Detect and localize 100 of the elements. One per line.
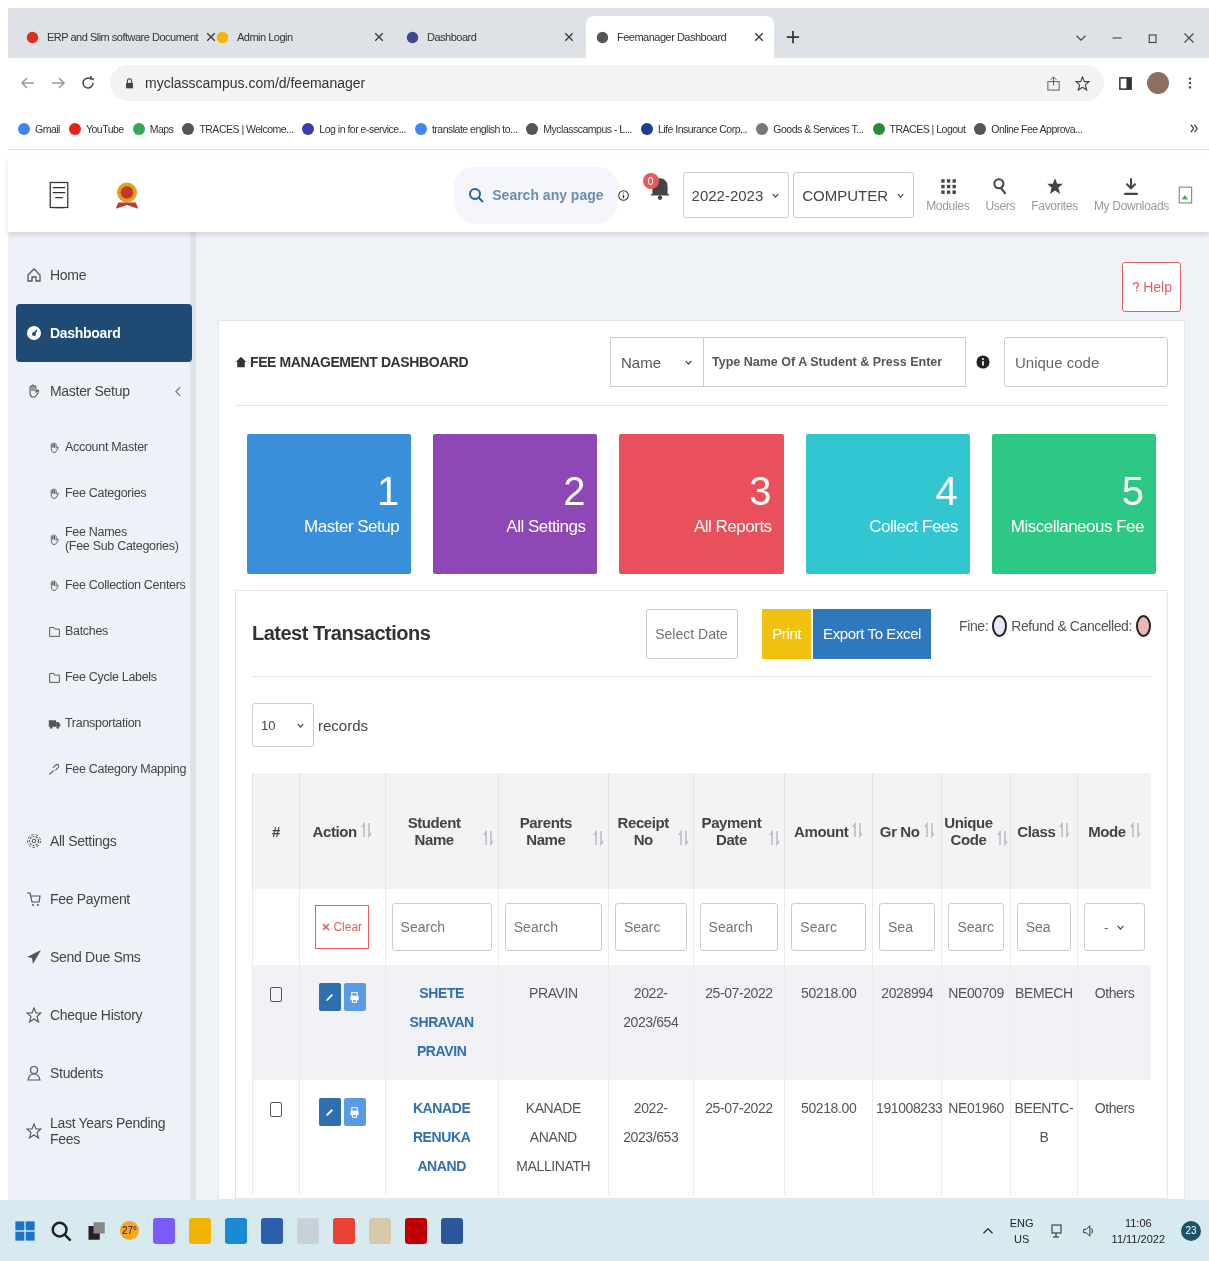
notification-badge[interactable]: 23 <box>1181 1220 1201 1241</box>
page-size-dropdown[interactable]: 10 <box>252 703 314 747</box>
language-label[interactable]: ENG <box>1009 1214 1034 1231</box>
avatar[interactable] <box>1147 72 1169 94</box>
speaker-icon <box>1081 1223 1096 1238</box>
bookmark-link[interactable]: Goods & Services T... <box>756 122 864 135</box>
taskbar-app-icon[interactable] <box>225 1217 248 1244</box>
table-cell: PRAVIN <box>498 965 609 1080</box>
bookmark-link[interactable]: Myclasscampus - L... <box>526 122 632 135</box>
section-title: Latest Transactions <box>252 622 431 645</box>
column-header[interactable]: Mode <box>1077 773 1151 889</box>
sidebar-subitem[interactable]: Fee Category Mapping <box>16 746 190 792</box>
module-tile[interactable]: 3 All Reports <box>619 434 784 574</box>
browser-tab[interactable]: Admin Login <box>206 16 394 58</box>
browser-tab[interactable]: Feemanager Dashboard <box>586 16 774 58</box>
close-icon <box>206 32 217 42</box>
site-icon <box>406 30 419 44</box>
column-header[interactable]: Payment Date <box>693 773 785 889</box>
column-header[interactable]: Receipt No <box>608 773 694 889</box>
column-search-field[interactable]: Sea <box>879 903 936 951</box>
bookmark-link[interactable]: TRACES | Logout <box>872 122 966 135</box>
help-button[interactable]: Help <box>1122 262 1181 312</box>
sidebar-subitem[interactable]: Batches <box>16 608 190 654</box>
column-header[interactable]: Student Name <box>385 773 499 889</box>
region-label[interactable]: US <box>1014 1230 1030 1247</box>
address-bar[interactable]: myclasscampus.com/d/feemanager <box>110 65 1104 101</box>
weather-label[interactable]: 27° <box>120 1221 140 1240</box>
taskbar-app-icon[interactable] <box>441 1217 464 1244</box>
column-search-field[interactable]: Searc <box>948 903 1004 951</box>
mode-dropdown[interactable]: - <box>1084 903 1145 951</box>
sidebar-item[interactable]: Dashboard <box>16 304 192 362</box>
sidebar-item[interactable]: Send Due Sms <box>16 928 192 986</box>
sidebar-item[interactable]: Students <box>16 1044 192 1102</box>
taskbar-app-icon[interactable] <box>153 1217 176 1244</box>
taskbar-app-icon[interactable] <box>261 1217 284 1244</box>
bookmark-link[interactable]: Gmail <box>18 122 60 135</box>
table-cell: 2022-2023/654 <box>608 965 694 1080</box>
sidebar-item[interactable]: All Settings <box>16 812 192 870</box>
sidebar-item[interactable]: Last Years Pending Fees <box>16 1102 192 1160</box>
broken-image-icon <box>1177 186 1195 204</box>
grid-icon <box>938 177 957 195</box>
sidebar-subitem[interactable]: Fee Names (Fee Sub Categories) <box>16 516 190 562</box>
cart-icon <box>26 891 42 907</box>
sidebar-subitem[interactable]: Fee Collection Centers <box>16 562 190 608</box>
bookmark-link[interactable]: TRACES | Welcome... <box>182 122 294 135</box>
bookmark-link[interactable]: Maps <box>132 122 174 135</box>
column-header[interactable]: Unique Code <box>941 773 1011 889</box>
person-icon <box>26 1065 42 1081</box>
hand-icon <box>48 486 61 500</box>
student-search-field[interactable]: Type Name Of A Student & Press Enter <box>704 337 966 387</box>
bookmark-link[interactable]: YouTube <box>68 122 124 135</box>
edit-button[interactable] <box>318 983 341 1011</box>
sidebar-item[interactable]: Master Setup <box>16 362 192 420</box>
browser-tab[interactable]: ERP and Slim software Document <box>16 16 204 58</box>
close-icon <box>374 32 384 42</box>
column-search-field[interactable]: Search <box>504 903 602 951</box>
question-icon <box>1131 282 1142 292</box>
column-header[interactable]: Parents Name <box>498 773 609 889</box>
column-header[interactable]: Class <box>1010 773 1078 889</box>
column-header[interactable]: Gr No <box>872 773 942 889</box>
browser-tab[interactable]: Dashboard <box>396 16 584 58</box>
sidebar-item[interactable]: Fee Payment <box>16 870 192 928</box>
bookmark-link[interactable]: Online Fee Approva... <box>974 122 1083 135</box>
column-search-field[interactable]: Searc <box>614 903 687 951</box>
sidebar-item[interactable]: Home <box>16 246 192 304</box>
bookmark-link[interactable]: Life Insurance Corp... <box>640 122 748 135</box>
search-by-dropdown[interactable]: Name <box>610 337 704 387</box>
legend-label: Refund & Cancelled: <box>1011 618 1132 634</box>
sidebar-subitem[interactable]: Fee Cycle Labels <box>16 654 190 700</box>
student-name-link[interactable]: KANADE RENUKA ANAND <box>388 1094 495 1181</box>
year-dropdown[interactable]: 2022-2023 <box>682 172 790 218</box>
column-search-field[interactable]: Searc <box>791 903 867 951</box>
sidebar-item[interactable]: Cheque History <box>16 986 192 1044</box>
row-checkbox[interactable] <box>269 1102 282 1117</box>
clear-button[interactable]: Clear <box>315 905 370 949</box>
print-receipt-button[interactable] <box>343 1098 366 1126</box>
unique-code-field[interactable]: Unique code <box>1004 337 1168 387</box>
print-receipt-button[interactable] <box>343 983 366 1011</box>
department-dropdown[interactable]: COMPUTER <box>793 172 915 218</box>
clock-date[interactable]: 11/11/2022 <box>1111 1230 1165 1247</box>
column-search-field[interactable]: Sea <box>1016 903 1071 951</box>
column-header[interactable]: Amount <box>784 773 873 889</box>
sidebar-subitem[interactable]: Transportation <box>16 700 190 746</box>
module-tile[interactable]: 2 All Settings <box>433 434 598 574</box>
taskbar-app-icon[interactable] <box>333 1217 356 1244</box>
taskbar-app-icon[interactable] <box>405 1217 428 1244</box>
column-search-field[interactable]: Search <box>391 903 492 951</box>
bookmark-link[interactable]: translate english to... <box>414 122 518 135</box>
column-header[interactable]: Action <box>299 773 386 889</box>
export-button[interactable]: Export To Excel <box>813 608 932 659</box>
bookmark-link[interactable]: Log in for e-service... <box>302 122 406 135</box>
clock-time[interactable]: 11:06 <box>1124 1214 1152 1231</box>
sidebar-subitem[interactable]: Fee Categories <box>16 470 190 516</box>
sidebar-subitem[interactable]: Account Master <box>16 424 190 470</box>
column-search-field[interactable]: Search <box>699 903 779 951</box>
star-icon <box>1045 177 1064 195</box>
edit-button[interactable] <box>318 1098 341 1126</box>
date-field[interactable]: Select Date <box>646 608 739 659</box>
double-chevron-icon[interactable] <box>1190 124 1199 133</box>
row-checkbox[interactable] <box>269 987 282 1002</box>
